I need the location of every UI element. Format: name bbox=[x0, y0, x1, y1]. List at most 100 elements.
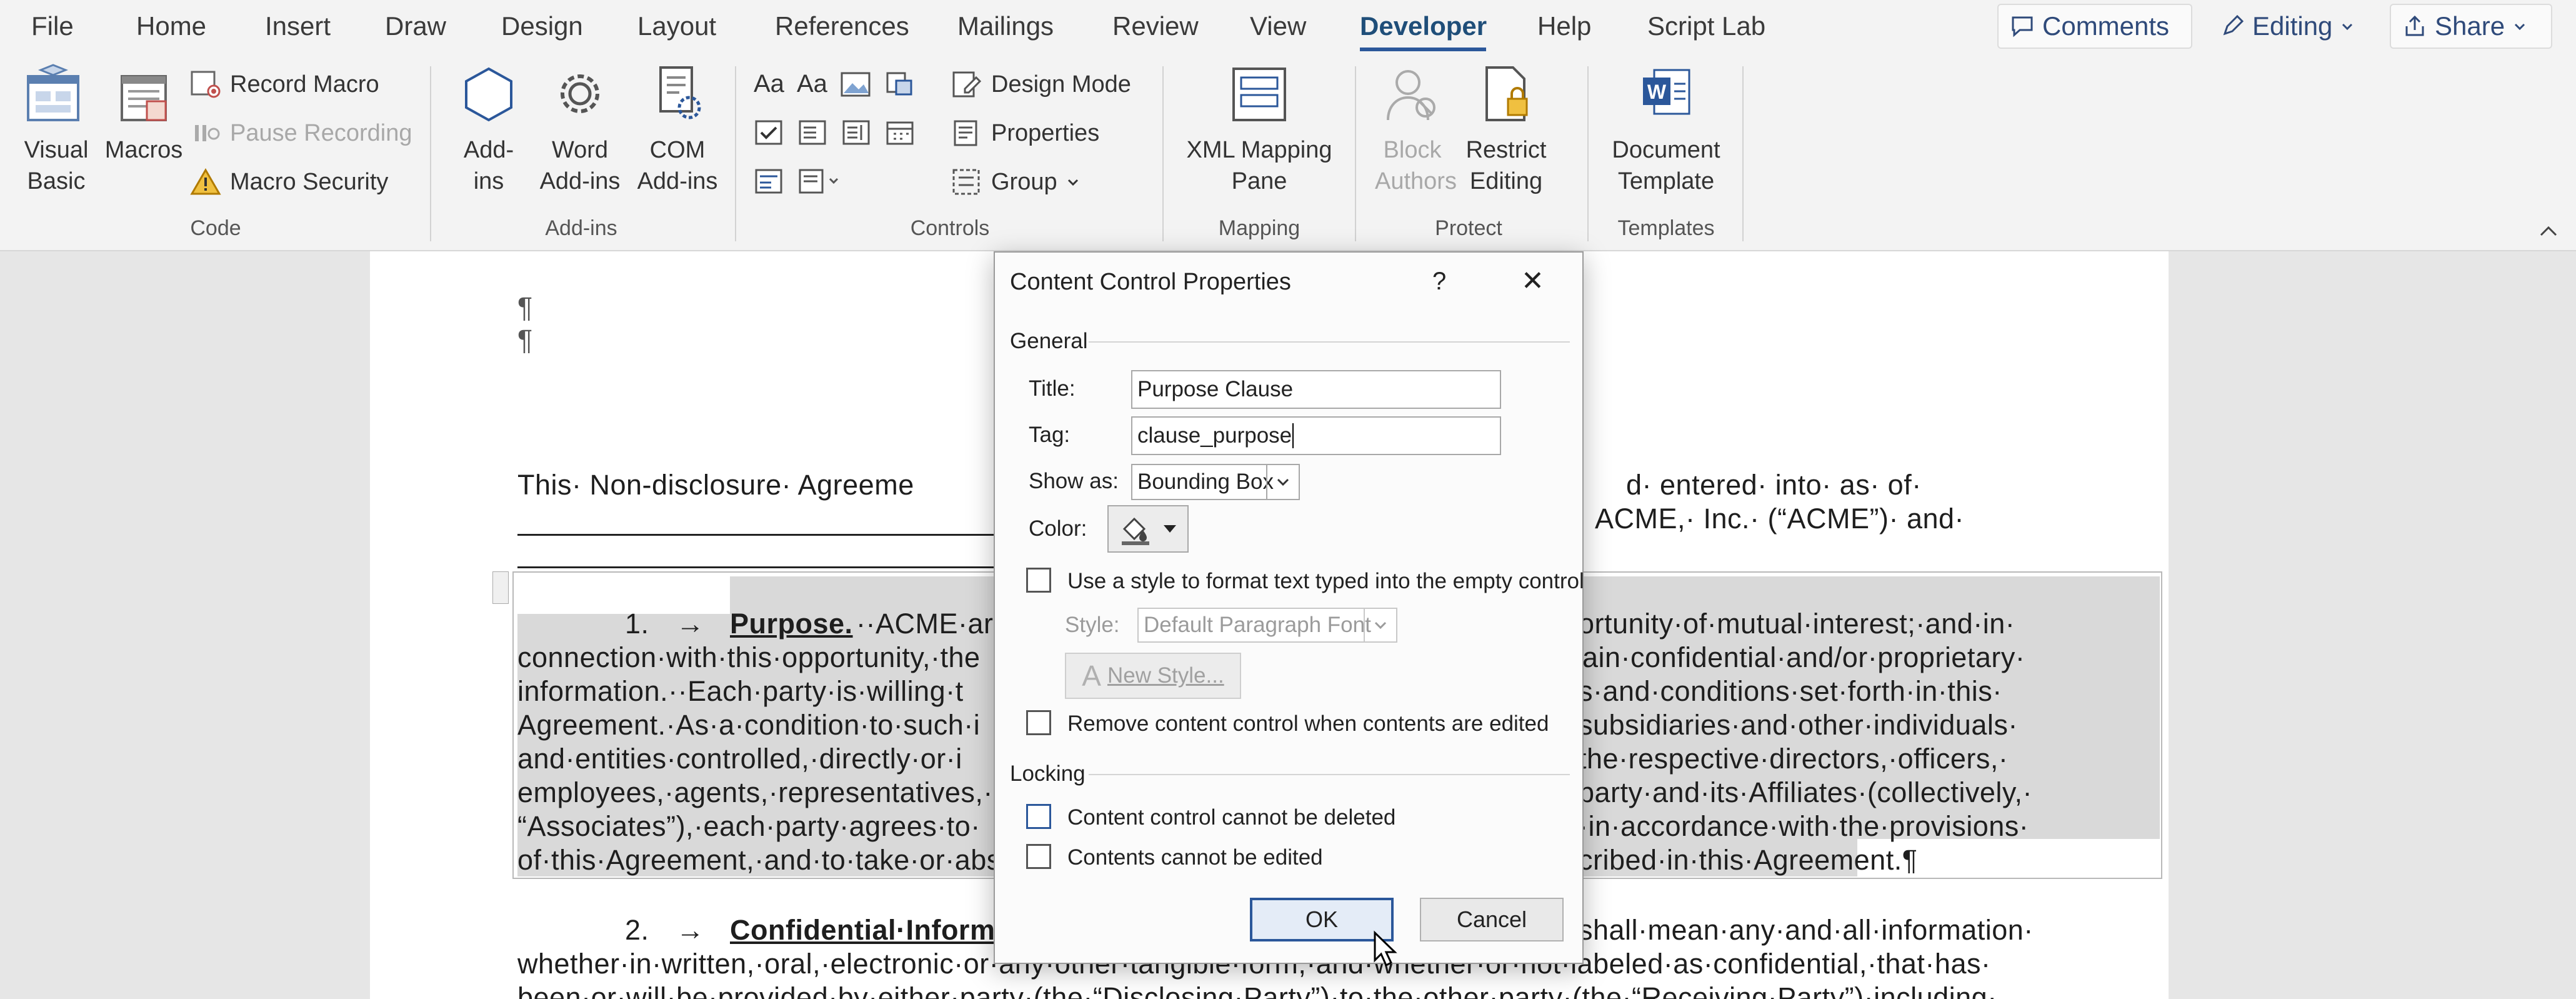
add-ins-icon bbox=[465, 67, 512, 122]
legacy-tools-icon[interactable] bbox=[797, 168, 841, 195]
tag-field-value: clause_purpose bbox=[1137, 423, 1292, 448]
word-add-ins-button[interactable]: Word Add-ins bbox=[530, 64, 630, 197]
combo-box-control-icon[interactable] bbox=[797, 119, 829, 146]
paragraph-mark: ¶ bbox=[517, 291, 533, 323]
show-as-value: Bounding Box bbox=[1137, 469, 1274, 494]
picture-control-icon[interactable] bbox=[840, 71, 871, 98]
checkbox-control-icon[interactable] bbox=[754, 119, 785, 146]
group-label-protect: Protect bbox=[1435, 216, 1502, 240]
visual-basic-label: Visual Basic bbox=[24, 137, 89, 194]
tab-home[interactable]: Home bbox=[136, 11, 206, 41]
legacy-controls-row bbox=[754, 168, 841, 195]
collapse-ribbon-icon[interactable] bbox=[2537, 221, 2560, 240]
ribbon-separator bbox=[1587, 66, 1589, 241]
tab-script-lab[interactable]: Script Lab bbox=[1647, 11, 1765, 41]
general-section-heading: General bbox=[1010, 329, 1088, 353]
properties-button[interactable]: Properties bbox=[951, 119, 1099, 148]
repeating-section-control-icon[interactable] bbox=[754, 168, 785, 195]
design-mode-label: Design Mode bbox=[991, 71, 1131, 98]
title-field[interactable]: Purpose Clause bbox=[1131, 370, 1501, 409]
tab-view[interactable]: View bbox=[1250, 11, 1306, 41]
color-picker-button[interactable] bbox=[1107, 505, 1189, 553]
rich-text-control-icon[interactable]: Aa bbox=[754, 70, 784, 98]
tab-review[interactable]: Review bbox=[1112, 11, 1199, 41]
tab-help[interactable]: Help bbox=[1537, 11, 1591, 41]
use-style-checkbox[interactable] bbox=[1026, 568, 1051, 593]
show-as-select[interactable]: Bounding Box bbox=[1131, 464, 1300, 500]
restrict-editing-button[interactable]: Restrict Editing bbox=[1456, 64, 1556, 197]
content-control-handle[interactable] bbox=[492, 571, 509, 604]
remove-when-edited-label: Remove content control when contents are… bbox=[1067, 711, 1549, 736]
pause-recording-button[interactable]: Pause Recording bbox=[190, 119, 412, 148]
share-label: Share bbox=[2435, 11, 2505, 41]
remove-when-edited-checkbox[interactable] bbox=[1026, 710, 1051, 735]
design-mode-button[interactable]: Design Mode bbox=[951, 70, 1131, 99]
editing-mode-button[interactable]: Editing bbox=[2209, 4, 2371, 49]
clause-text: ain·confidential·and/or·proprietary· bbox=[1582, 641, 2025, 673]
properties-icon bbox=[954, 120, 977, 146]
clause-text: subsidiaries·and·other·individuals· bbox=[1579, 709, 2018, 741]
macro-security-button[interactable]: Macro Security bbox=[190, 168, 388, 196]
locking-section-heading: Locking bbox=[1010, 761, 1086, 786]
show-as-label: Show as: bbox=[1029, 469, 1119, 493]
lock-document-icon bbox=[1485, 66, 1528, 121]
add-ins-button[interactable]: Add-ins bbox=[445, 64, 532, 197]
macros-label: Macros bbox=[104, 137, 183, 163]
dialog-title: Content Control Properties bbox=[1010, 269, 1291, 295]
new-style-button[interactable]: A New Style... bbox=[1065, 653, 1241, 699]
group-label-add-ins: Add-ins bbox=[545, 216, 617, 240]
visual-basic-button[interactable]: Visual Basic bbox=[12, 64, 100, 197]
tab-references[interactable]: References bbox=[775, 11, 909, 41]
tab-layout[interactable]: Layout bbox=[637, 11, 716, 41]
style-select[interactable]: Default Paragraph Font bbox=[1137, 608, 1397, 643]
tag-field[interactable]: clause_purpose bbox=[1131, 416, 1501, 455]
com-add-ins-icon bbox=[659, 66, 701, 119]
intro-text-right: d· entered· into· as· of· bbox=[1626, 469, 1922, 501]
macros-icon bbox=[121, 75, 167, 121]
building-block-control-icon[interactable] bbox=[884, 71, 915, 98]
chevron-down-icon bbox=[1364, 609, 1396, 641]
group-label: Group bbox=[991, 168, 1057, 195]
block-authors-label: Block Authors bbox=[1375, 137, 1457, 194]
pause-icon bbox=[195, 125, 220, 141]
tab-developer[interactable]: Developer bbox=[1360, 11, 1487, 41]
close-icon[interactable]: ✕ bbox=[1521, 265, 1544, 297]
help-button[interactable]: ? bbox=[1432, 268, 1446, 296]
restrict-editing-label: Restrict Editing bbox=[1465, 137, 1547, 194]
clause-heading-purpose: Purpose. bbox=[730, 608, 853, 640]
tab-file[interactable]: File bbox=[31, 11, 74, 41]
cannot-edit-checkbox[interactable] bbox=[1026, 844, 1051, 869]
ribbon-separator bbox=[1742, 66, 1744, 241]
chevron-down-icon bbox=[2515, 23, 2525, 31]
macros-button[interactable]: Macros bbox=[100, 64, 187, 166]
comment-icon bbox=[2012, 16, 2033, 38]
intro-text-left: This· Non-disclosure· Agreeme bbox=[517, 469, 914, 501]
design-mode-icon bbox=[952, 71, 982, 98]
cancel-label: Cancel bbox=[1456, 906, 1527, 932]
style-value: Default Paragraph Font bbox=[1144, 613, 1371, 637]
comments-button[interactable]: Comments bbox=[1997, 4, 2192, 49]
properties-label: Properties bbox=[991, 119, 1100, 146]
xml-mapping-pane-button[interactable]: XML Mapping Pane bbox=[1175, 64, 1344, 197]
macro-security-label: Macro Security bbox=[230, 168, 389, 195]
tab-insert[interactable]: Insert bbox=[265, 11, 331, 41]
tab-draw[interactable]: Draw bbox=[385, 11, 446, 41]
tab-design[interactable]: Design bbox=[501, 11, 583, 41]
clause-text: shall·mean·any·and·all·information· bbox=[1579, 914, 2034, 946]
cancel-button[interactable]: Cancel bbox=[1420, 898, 1564, 941]
plain-text-control-icon[interactable]: Aa bbox=[797, 70, 827, 98]
com-add-ins-button[interactable]: COM Add-ins bbox=[627, 64, 727, 197]
tab-mailings[interactable]: Mailings bbox=[957, 11, 1054, 41]
color-label: Color: bbox=[1029, 516, 1087, 541]
document-template-button[interactable]: W Document Template bbox=[1597, 64, 1735, 197]
group-button[interactable]: Group bbox=[951, 168, 1080, 196]
drop-down-control-icon[interactable] bbox=[841, 119, 872, 146]
cannot-delete-checkbox[interactable] bbox=[1026, 804, 1051, 829]
share-button[interactable]: Share bbox=[2390, 4, 2552, 49]
record-macro-button[interactable]: Record Macro bbox=[190, 70, 379, 99]
group-label-mapping: Mapping bbox=[1218, 216, 1300, 240]
block-authors-button[interactable]: Block Authors bbox=[1369, 64, 1457, 197]
document-template-label: Document Template bbox=[1612, 137, 1720, 194]
svg-text:W: W bbox=[1647, 81, 1667, 103]
date-picker-control-icon[interactable] bbox=[885, 119, 916, 146]
